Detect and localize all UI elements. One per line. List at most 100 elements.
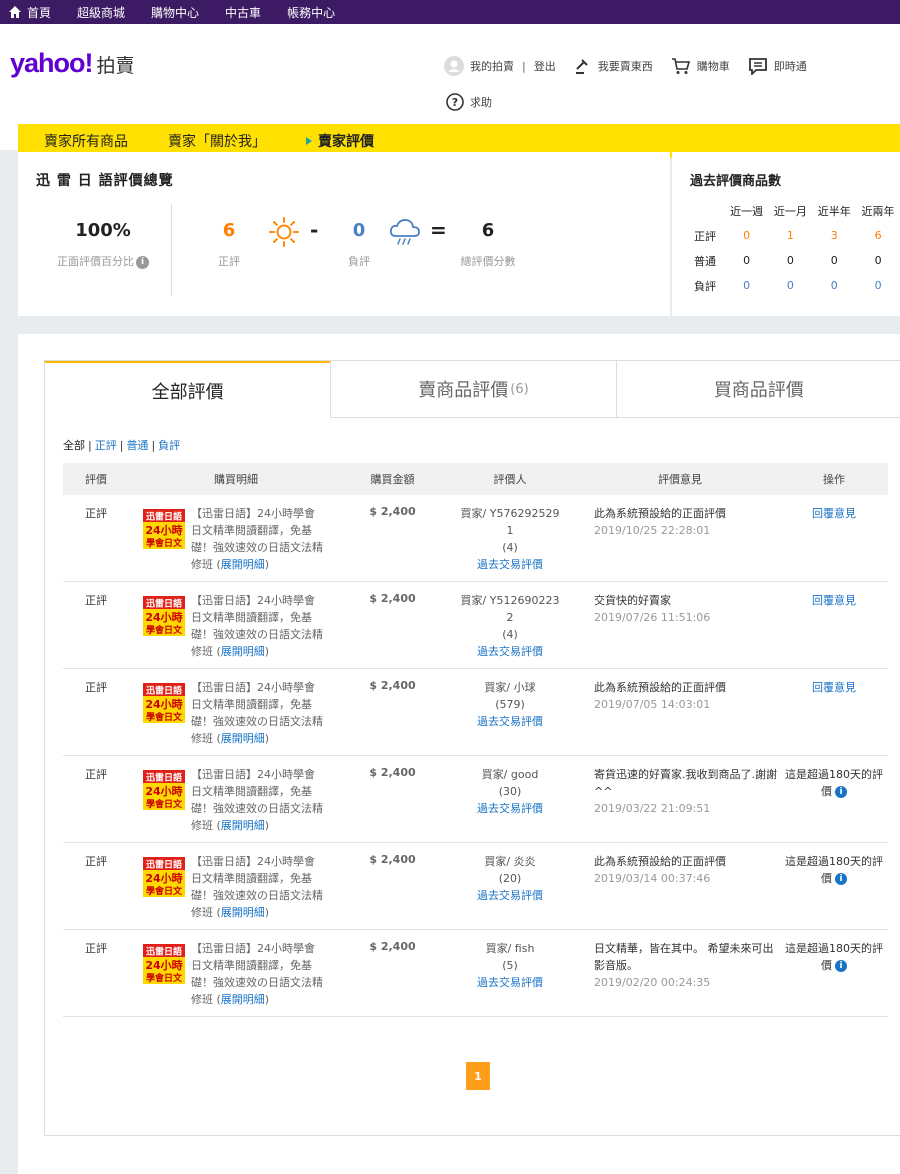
row-rating: 正評 <box>85 681 107 694</box>
row-desc: 【迅雷日語】24小時學會日文精準閱讀翻譯，免基礎！強效速效の日語文法精修班 (展… <box>191 505 325 581</box>
filter-negative[interactable]: 負評 <box>158 439 180 452</box>
table-row: 正評 迅雷日語 24小時 學會日文 【迅雷日語】24小時學會日文精準閱讀翻譯，免… <box>63 930 888 1017</box>
positive-percent-label: 正面評價百分比 i <box>18 253 188 269</box>
expand-detail-link[interactable]: 展開明細 <box>221 645 265 658</box>
info-icon[interactable]: i <box>835 873 847 885</box>
reply-link[interactable]: 回覆意見 <box>812 594 856 607</box>
logout-link[interactable]: 登出 <box>534 58 556 74</box>
history-cell: 6 <box>874 229 882 242</box>
history-cell: 0 <box>830 254 838 267</box>
cart-link[interactable]: 購物車 <box>671 57 730 75</box>
expand-detail-link[interactable]: 展開明細 <box>221 558 265 571</box>
history-cell: 0 <box>743 279 751 292</box>
past-ratings-link[interactable]: 過去交易評價 <box>440 887 580 904</box>
comment-date: 2019/10/25 22:28:01 <box>594 524 711 537</box>
positive-percent-label-text: 正面評價百分比 <box>57 255 134 268</box>
history-corner <box>694 198 725 223</box>
thumb-line1: 迅雷日語 <box>146 598 182 610</box>
page-1-button[interactable]: 1 <box>466 1062 490 1090</box>
product-thumbnail[interactable]: 迅雷日語 24小時 學會日文 <box>143 596 185 636</box>
row-comment: 日文精華，皆在其中。 希望未來可出影音版。 2019/02/20 00:24:3… <box>580 940 780 1016</box>
product-thumbnail[interactable]: 迅雷日語 24小時 學會日文 <box>143 944 185 984</box>
reply-link[interactable]: 回覆意見 <box>812 681 856 694</box>
row-rater: 買家/ fish (5) 過去交易評價 <box>440 940 580 1016</box>
history-cell: 1 <box>786 229 794 242</box>
past-ratings-link[interactable]: 過去交易評價 <box>440 643 580 660</box>
thumb-line3: 學會日文 <box>146 885 183 897</box>
comment-date: 2019/03/22 21:09:51 <box>594 802 711 815</box>
history-col: 近兩年 <box>861 204 895 218</box>
table-row: 正評 迅雷日語 24小時 學會日文 【迅雷日語】24小時學會日文精準閱讀翻譯，免… <box>63 582 888 669</box>
rater-score: (5) <box>502 959 518 972</box>
row-rater: 買家/ Y576292529 1 (4) 過去交易評價 <box>440 505 580 581</box>
history-row-label: 普通 <box>694 254 716 268</box>
row-rating: 正評 <box>85 942 107 955</box>
row-comment: 此為系統預設給的正面評價 2019/07/05 14:03:01 <box>580 679 780 755</box>
sell-link[interactable]: 我要賣東西 <box>574 57 653 75</box>
info-icon[interactable]: i <box>835 960 847 972</box>
product-thumbnail[interactable]: 迅雷日語 24小時 學會日文 <box>143 509 185 549</box>
nav-billing[interactable]: 帳務中心 <box>287 4 335 21</box>
thumb-line3: 學會日文 <box>146 624 183 636</box>
negative-count-label: 負評 <box>348 255 370 268</box>
thumb-line3: 學會日文 <box>146 711 183 723</box>
header-action: 操作 <box>823 473 845 486</box>
filter-positive[interactable]: 正評 <box>95 439 117 452</box>
table-row: 正評 迅雷日語 24小時 學會日文 【迅雷日語】24小時學會日文精準閱讀翻譯，免… <box>63 669 888 756</box>
nav-home[interactable]: 首頁 <box>8 4 51 21</box>
product-thumbnail[interactable]: 迅雷日語 24小時 學會日文 <box>143 770 185 810</box>
row-desc-close: ) <box>264 558 270 571</box>
tab-buy-ratings[interactable]: 買商品評價 <box>615 361 900 418</box>
ratings-table: 評價 購買明細 購買金額 評價人 評價意見 操作 正評 迅雷日語 24小時 學會… <box>63 463 888 1017</box>
tab-sell-label: 賣商品評價 <box>418 380 509 401</box>
past-ratings-link[interactable]: 過去交易評價 <box>440 713 580 730</box>
row-desc-close: ) <box>264 645 270 658</box>
rater-name: 買家/ 小球 <box>484 681 536 694</box>
rater-score: (4) <box>502 628 518 641</box>
positive-percent-value: 100% <box>75 220 131 241</box>
nav-supermall[interactable]: 超級商城 <box>77 4 125 21</box>
filter-neutral[interactable]: 普通 <box>126 439 148 452</box>
product-thumbnail[interactable]: 迅雷日語 24小時 學會日文 <box>143 683 185 723</box>
help-icon: ? <box>446 93 464 111</box>
tab-seller-ratings[interactable]: 賣家評價 <box>306 131 374 151</box>
history-cell: 0 <box>743 229 751 242</box>
expand-detail-link[interactable]: 展開明細 <box>221 993 265 1006</box>
past-ratings-link[interactable]: 過去交易評價 <box>440 800 580 817</box>
table-row: 正評 迅雷日語 24小時 學會日文 【迅雷日語】24小時學會日文精準閱讀翻譯，免… <box>63 843 888 930</box>
tab-seller-about[interactable]: 賣家「關於我」 <box>168 131 266 151</box>
history-cell: 0 <box>743 254 751 267</box>
thumb-line1: 迅雷日語 <box>146 946 182 958</box>
row-detail: 迅雷日語 24小時 學會日文 【迅雷日語】24小時學會日文精準閱讀翻譯，免基礎！… <box>127 853 345 929</box>
separator: | <box>522 59 526 73</box>
thumb-line2: 24小時 <box>145 871 182 885</box>
tab-sell-ratings[interactable]: 賣商品評價 (6) <box>330 361 616 418</box>
messenger-link[interactable]: 即時通 <box>748 57 807 75</box>
tab-all-ratings[interactable]: 全部評價 <box>45 361 331 418</box>
tab-seller-all-items[interactable]: 賣家所有商品 <box>44 131 128 151</box>
info-icon[interactable]: i <box>835 786 847 798</box>
info-icon[interactable]: i <box>136 255 149 269</box>
nav-used-cars[interactable]: 中古車 <box>225 4 261 21</box>
rating-overview: 迅 雷 日 語評價總覽 100% 正面評價百分比 i 6 正評 - 0 負評 = … <box>18 152 670 316</box>
expand-detail-link[interactable]: 展開明細 <box>221 906 265 919</box>
help-link[interactable]: ? 求助 <box>446 93 492 111</box>
overview-title: 迅 雷 日 語評價總覽 <box>36 173 174 189</box>
past-ratings-link[interactable]: 過去交易評價 <box>440 556 580 573</box>
reply-link[interactable]: 回覆意見 <box>812 507 856 520</box>
expand-detail-link[interactable]: 展開明細 <box>221 819 265 832</box>
header-comment: 評價意見 <box>658 473 702 486</box>
yahoo-auction-logo[interactable]: yahoo! 拍賣 <box>10 48 135 79</box>
comment-text: 日文精華，皆在其中。 希望未來可出影音版。 <box>594 942 774 972</box>
row-desc-close: ) <box>264 906 270 919</box>
divider <box>171 204 172 296</box>
row-price: $ 2,400 <box>369 766 416 779</box>
product-thumbnail[interactable]: 迅雷日語 24小時 學會日文 <box>143 857 185 897</box>
nav-shopping-center[interactable]: 購物中心 <box>151 4 199 21</box>
row-rating: 正評 <box>85 507 107 520</box>
past-ratings-link[interactable]: 過去交易評價 <box>440 974 580 991</box>
my-auction-link[interactable]: 我的拍賣 <box>470 58 514 74</box>
expand-detail-link[interactable]: 展開明細 <box>221 732 265 745</box>
comment-date: 2019/02/20 00:24:35 <box>594 976 711 989</box>
filter-all[interactable]: 全部 <box>63 439 85 452</box>
